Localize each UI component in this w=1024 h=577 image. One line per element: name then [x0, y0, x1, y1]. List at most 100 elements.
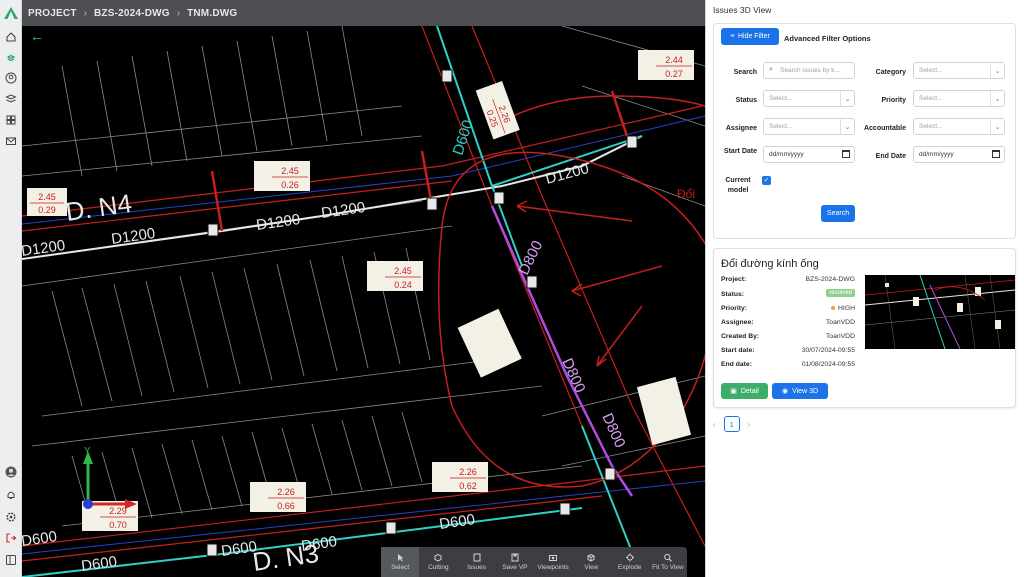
depth-tag-bottom: 0.24: [394, 280, 412, 290]
priority-value: Select...: [919, 95, 943, 102]
issue-title: Đổi đường kính ống: [721, 258, 819, 270]
priority-select[interactable]: Select... ⌄: [913, 90, 1005, 107]
panel-icon[interactable]: [5, 554, 17, 566]
chevron-down-icon: ⌄: [990, 63, 1004, 78]
tool-issues[interactable]: Issues: [458, 547, 496, 577]
status-badge: resolved: [826, 289, 855, 297]
hide-filter-label: Hide Filter: [737, 33, 770, 40]
tool-explode[interactable]: Explode: [611, 547, 649, 577]
pipe-label: D600: [438, 511, 476, 533]
assignee-select[interactable]: Select... ⌄: [763, 118, 855, 135]
pipe-label: D600: [22, 528, 58, 550]
search-label: Search: [733, 69, 757, 76]
user-icon[interactable]: [5, 72, 17, 84]
search-button[interactable]: Search: [821, 205, 855, 222]
project-label: Project:: [721, 276, 747, 283]
accountable-value: Select...: [919, 123, 943, 130]
chevron-down-icon: ⌄: [990, 119, 1004, 134]
detail-label: Detail: [740, 387, 759, 395]
home-icon[interactable]: [5, 31, 17, 43]
end-date-input[interactable]: dd/mm/yyyy: [913, 146, 1005, 163]
cube-view-icon: [587, 553, 595, 562]
layers-icon[interactable]: [5, 52, 17, 64]
markup-note: Đổi: [677, 187, 695, 201]
current-model-label: Current model: [725, 177, 751, 194]
grid-icon[interactable]: [5, 114, 17, 126]
calendar-icon[interactable]: [842, 150, 850, 158]
cad-viewport[interactable]: 2.45 0.29 2.45 0.26 2.45 0.24 2.26 0.66 2.26…: [22, 26, 705, 577]
depth-tag-top: 2.44: [665, 55, 683, 65]
axis-y-label: Y: [84, 446, 91, 457]
priority-dot-icon: [831, 306, 835, 311]
start-date-label: Start Date: [723, 148, 757, 155]
tool-view-label: View: [584, 564, 599, 571]
end-date-label: End Date: [875, 153, 906, 160]
status-select[interactable]: Select... ⌄: [763, 90, 855, 107]
tool-view[interactable]: View: [572, 547, 610, 577]
avatar-icon[interactable]: [5, 466, 17, 478]
back-arrow-icon[interactable]: ←: [30, 28, 44, 44]
tool-cutting-label: Cutting: [428, 564, 449, 571]
issue-thumbnail[interactable]: [865, 275, 1015, 349]
breadcrumb: PROJECT › BZS-2024-DWG › TNM.DWG: [22, 0, 705, 26]
next-page-icon[interactable]: ›: [748, 420, 751, 429]
advanced-filter-toggle[interactable]: Advanced Filter Options: [784, 34, 871, 43]
current-model-checkbox[interactable]: ✓: [762, 176, 771, 185]
cad-drawing[interactable]: 2.45 0.29 2.45 0.26 2.45 0.24 2.26 0.66 2.26…: [22, 26, 705, 577]
search-input[interactable]: ⌕ Search issues by k...: [763, 62, 855, 79]
tool-viewpoints[interactable]: Viewpoints: [534, 547, 572, 577]
tool-select[interactable]: Select: [381, 547, 420, 577]
prev-page-icon[interactable]: ‹: [713, 420, 716, 429]
start-date-value: dd/mm/yyyy: [769, 151, 804, 158]
pagination: ‹ 1 ›: [713, 416, 750, 432]
tool-cutting[interactable]: Cutting: [419, 547, 457, 577]
chevron-right-icon: ›: [83, 7, 87, 19]
priority-label: Priority:: [721, 305, 748, 312]
start-date-input[interactable]: dd/mm/yyyy: [763, 146, 855, 163]
viewer-toolbar: Select Cutting Issues Save VP Viewpoints…: [381, 547, 687, 577]
cursor-icon: [398, 554, 404, 562]
settings-icon[interactable]: [5, 511, 17, 523]
end-date-value: dd/mm/yyyy: [919, 151, 954, 158]
depth-tag-top: 2.26: [277, 487, 295, 497]
pipe-d600[interactable]: [22, 26, 643, 577]
pipe-label: D1200: [544, 160, 591, 188]
app-root: PROJECT › BZS-2024-DWG › TNM.DWG 2.45 0.…: [0, 0, 1024, 577]
depth-tag-top: 2.29: [109, 506, 127, 516]
category-select[interactable]: Select... ⌄: [913, 62, 1005, 79]
issue-icon: [473, 553, 481, 562]
chevron-right-icon: ›: [176, 7, 181, 19]
tool-fit-to-view[interactable]: Fit To View: [649, 547, 687, 577]
lot-lines: [22, 26, 705, 527]
tool-explode-label: Explode: [617, 564, 642, 571]
view-3d-label: View 3D: [792, 387, 819, 395]
explode-icon: [625, 553, 634, 562]
depth-tag-bottom: 0.70: [109, 520, 127, 530]
breadcrumb-root[interactable]: PROJECT: [28, 8, 77, 19]
view-3d-button[interactable]: ◉ View 3D: [772, 383, 828, 399]
search-icon: ⌕: [769, 66, 773, 73]
depth-tag-top: 2.45: [38, 192, 56, 202]
tool-save-vp[interactable]: Save VP: [496, 547, 534, 577]
depth-tag-top: 2.26: [459, 467, 477, 477]
mail-icon[interactable]: [5, 135, 17, 147]
pipe-label: D800: [598, 411, 628, 451]
accountable-label: Accountable: [863, 125, 906, 132]
lot-label: D. N4: [64, 188, 134, 227]
hide-filter-button[interactable]: ⌯ Hide Filter: [721, 28, 779, 45]
start-date-label: Start date:: [721, 347, 755, 354]
stack-icon[interactable]: [5, 93, 17, 105]
cube-icon: [434, 553, 442, 562]
page-button[interactable]: 1: [723, 416, 740, 432]
bell-icon[interactable]: [5, 489, 17, 501]
detail-button[interactable]: ▣ Detail: [721, 383, 768, 399]
panel-title: Issues 3D View: [713, 5, 772, 15]
logout-icon[interactable]: [5, 532, 17, 544]
accountable-select[interactable]: Select... ⌄: [913, 118, 1005, 135]
assignee-value: ToanVDD: [825, 319, 855, 326]
calendar-icon[interactable]: [992, 150, 1000, 158]
issue-card[interactable]: Đổi đường kính ống Project: BZS-2024-DWG…: [713, 248, 1016, 408]
breadcrumb-project[interactable]: BZS-2024-DWG: [94, 8, 170, 19]
logo-icon: [4, 7, 18, 19]
status-value: Select...: [769, 95, 793, 102]
